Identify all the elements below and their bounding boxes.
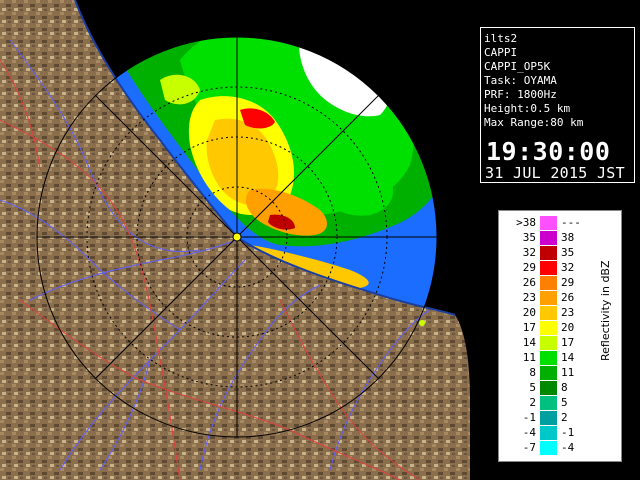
legend-low-value: -4 (522, 426, 536, 439)
legend-low-value: 2 (529, 396, 536, 409)
legend-high-value: 26 (561, 291, 575, 304)
legend-color-swatch (540, 261, 557, 275)
legend-low-value: 35 (522, 231, 536, 244)
legend-low-value: 14 (522, 336, 536, 349)
legend-low-value: 32 (522, 246, 536, 259)
legend-high-value: 35 (561, 246, 575, 259)
legend-color-swatch (540, 276, 557, 290)
info-panel: ilts2 CAPPI CAPPI_OP5K Task: OYAMA PRF: … (480, 27, 635, 183)
legend-color-swatch (540, 366, 557, 380)
info-line-product-id: CAPPI_OP5K (484, 60, 551, 73)
legend-color-swatch (540, 396, 557, 410)
legend-low-value: 23 (522, 291, 536, 304)
info-line-radar-name: ilts2 (484, 32, 518, 45)
legend-low-value: 20 (522, 306, 536, 319)
legend-high-value: 14 (561, 351, 575, 364)
legend-high-value: --- (561, 216, 581, 229)
legend-high-value: 29 (561, 276, 575, 289)
legend-low-value: 11 (522, 351, 536, 364)
legend-color-swatch (540, 381, 557, 395)
legend-low-value: 8 (529, 366, 536, 379)
legend-row: -1 2 (499, 411, 623, 425)
legend-color-swatch (540, 216, 557, 230)
legend-high-value: -1 (561, 426, 575, 439)
legend-row: 8 11 (499, 366, 623, 380)
legend-row: 25 (499, 396, 623, 410)
legend-high-value: 17 (561, 336, 575, 349)
legend-color-swatch (540, 411, 557, 425)
legend-high-value: 11 (561, 366, 575, 379)
legend-color-swatch (540, 231, 557, 245)
info-line-task: Task: OYAMA (484, 74, 557, 87)
legend-color-swatch (540, 441, 557, 455)
legend-color-swatch (540, 351, 557, 365)
info-line-prf: PRF: 1800Hz (484, 88, 557, 101)
legend-row: -4 -1 (499, 426, 623, 440)
legend-high-value: 32 (561, 261, 575, 274)
legend-high-value: 23 (561, 306, 575, 319)
legend-high-value: 5 (561, 396, 568, 409)
legend-color-swatch (540, 321, 557, 335)
legend-low-value: >38 (516, 216, 536, 229)
info-line-height: Height:0.5 km (484, 102, 571, 115)
legend-low-value: -1 (522, 411, 536, 424)
legend-color-swatch (540, 291, 557, 305)
legend-row: 58 (499, 381, 623, 395)
observation-time: 19:30:00 (486, 137, 611, 166)
color-legend: >38 --- 35 38 32 35 29 32 26 29 23 26 20 23 17 20 14 17 11… (498, 210, 622, 462)
legend-color-swatch (540, 426, 557, 440)
legend-title: Reflectivity in dBZ (599, 260, 612, 361)
legend-color-swatch (540, 336, 557, 350)
legend-low-value: 26 (522, 276, 536, 289)
legend-high-value: -4 (561, 441, 575, 454)
legend-color-swatch (540, 246, 557, 260)
legend-color-swatch (540, 306, 557, 320)
legend-low-value: 17 (522, 321, 536, 334)
legend-low-value: -7 (522, 441, 536, 454)
info-line-product: CAPPI (484, 46, 518, 59)
legend-high-value: 2 (561, 411, 568, 424)
legend-row: -7 -4 (499, 441, 623, 455)
legend-high-value: 20 (561, 321, 575, 334)
legend-low-value: 5 (529, 381, 536, 394)
legend-high-value: 8 (561, 381, 568, 394)
legend-high-value: 38 (561, 231, 575, 244)
info-line-max-range: Max Range:80 km (484, 116, 584, 129)
legend-low-value: 29 (522, 261, 536, 274)
